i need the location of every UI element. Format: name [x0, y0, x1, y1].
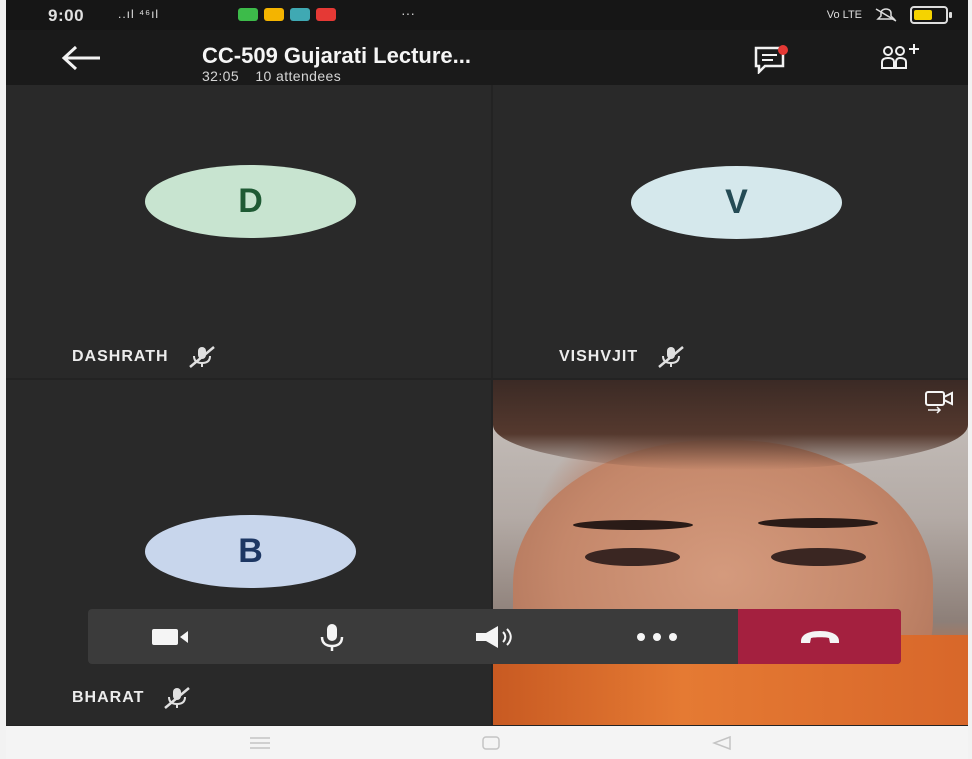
app-notification-icon: [264, 8, 284, 21]
more-notifications-indicator: ···: [401, 5, 415, 21]
status-time: 9:00: [48, 6, 85, 25]
video-detail: [585, 548, 680, 566]
recent-apps-button[interactable]: [230, 726, 290, 759]
teams-call-screen: 9:00 ..ıl ⁴⁶ıl ··· Vo LTE CC-509 Gujarat…: [6, 0, 968, 759]
home-button[interactable]: [461, 726, 521, 759]
signal-indicator: ..ıl ⁴⁶ıl: [118, 7, 160, 21]
speaker-icon: [475, 625, 512, 648]
avatar-initial: D: [238, 182, 263, 220]
speaker-toggle-button[interactable]: [413, 609, 576, 664]
participant-tile-bharat[interactable]: B BHARAT: [6, 380, 491, 725]
video-detail: [758, 518, 878, 528]
nav-back-button[interactable]: [692, 726, 752, 759]
participant-name-label: DASHRATH: [72, 345, 217, 369]
hang-up-icon: [800, 630, 839, 643]
meeting-info: 32:05 10 attendees: [202, 68, 353, 84]
hang-up-button[interactable]: [738, 609, 901, 664]
avatar: V: [631, 166, 842, 239]
home-icon: [482, 735, 500, 750]
call-controls-bar: [88, 609, 901, 664]
add-participant-button[interactable]: [878, 42, 922, 74]
participant-tile-dashrath[interactable]: D DASHRATH: [6, 85, 491, 378]
mic-muted-icon: [658, 346, 684, 368]
back-triangle-icon: [712, 735, 731, 750]
call-header: CC-509 Gujarati Lecture... 32:05 10 atte…: [6, 30, 968, 85]
participant-name: VISHVJIT: [559, 348, 639, 365]
menu-icon: [250, 736, 270, 749]
participant-tile-vishvjit[interactable]: V VISHVJIT: [493, 85, 968, 378]
status-right-indicators: Vo LTE: [826, 6, 952, 24]
teams-notification-icon: [290, 8, 310, 21]
volte-indicator: Vo LTE: [826, 9, 862, 21]
participant-name: DASHRATH: [72, 348, 169, 365]
more-options-button[interactable]: [576, 609, 738, 664]
switch-camera-icon: [925, 391, 953, 414]
back-button[interactable]: [60, 42, 104, 74]
video-detail: [771, 548, 866, 566]
participant-name-label: VISHVJIT: [559, 345, 686, 369]
video-detail: [573, 520, 693, 530]
chat-notification-dot: [778, 45, 788, 55]
mic-muted-icon: [164, 687, 191, 709]
avatar-initial: B: [238, 532, 263, 570]
notification-app-icons: [238, 8, 336, 21]
avatar-initial: V: [725, 183, 748, 221]
android-navigation-bar: [6, 726, 968, 759]
participant-name-label: BHARAT: [72, 686, 192, 710]
youtube-icon: [316, 8, 336, 21]
arrow-left-icon: [61, 45, 100, 71]
avatar: B: [145, 515, 356, 588]
add-people-icon: [881, 44, 919, 69]
attendee-count: 10 attendees: [255, 68, 342, 84]
whatsapp-icon: [238, 8, 258, 21]
status-bar: 9:00 ..ıl ⁴⁶ıl ··· Vo LTE: [6, 0, 968, 30]
meeting-title: CC-509 Gujarati Lecture...: [202, 43, 471, 68]
microphone-icon: [320, 623, 344, 651]
microphone-toggle-button[interactable]: [251, 609, 413, 664]
battery-icon: [910, 6, 952, 24]
more-icon: [637, 632, 677, 641]
camera-toggle-button[interactable]: [88, 609, 251, 664]
chat-button[interactable]: [753, 44, 789, 76]
mic-muted-icon: [188, 346, 215, 368]
camera-icon: [151, 628, 188, 645]
chat-icon: [754, 45, 788, 76]
self-video-tile[interactable]: [493, 380, 968, 725]
participant-name: BHARAT: [72, 689, 145, 706]
switch-camera-button[interactable]: [924, 388, 954, 414]
video-detail: [493, 380, 968, 470]
call-duration: 32:05: [202, 68, 240, 84]
avatar: D: [145, 165, 356, 238]
mute-bell-icon: [875, 8, 897, 22]
